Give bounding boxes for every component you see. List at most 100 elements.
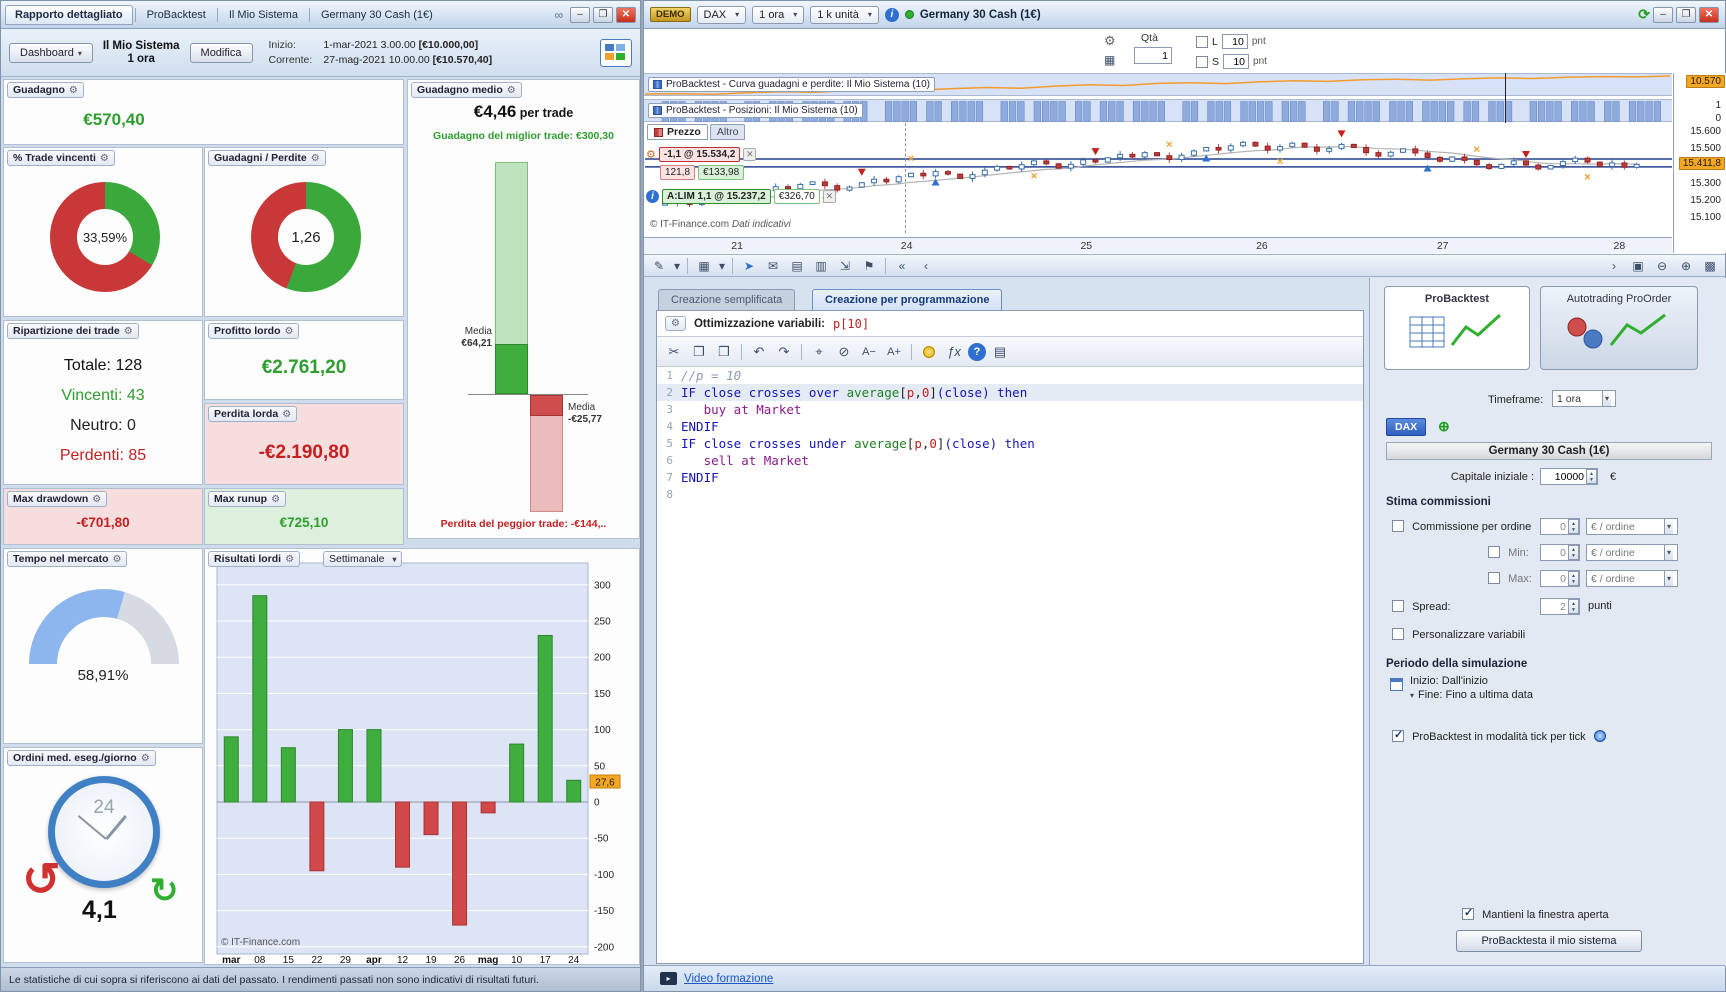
code-area[interactable]: 1//p = 10 2 IF close crosses over average[… (657, 367, 1363, 963)
commissione-unit-select[interactable]: € / ordine ▾ (1586, 518, 1678, 535)
commissione-checkbox[interactable] (1392, 520, 1404, 532)
symbol-chip[interactable]: DAX (1386, 418, 1427, 436)
widget-header-ordini-giorno[interactable]: Ordini med. eseg./giorno ⚙ (7, 750, 156, 766)
symbol-dropdown[interactable]: DAX ▾ (696, 5, 747, 24)
widget-header-tempo-mercato[interactable]: Tempo nel mercato ⚙ (7, 551, 128, 567)
zoom-out-button[interactable]: ⊖ (1651, 257, 1673, 275)
report-window-icon[interactable] (600, 38, 632, 67)
copy-button[interactable]: ❐ (688, 341, 710, 363)
tab-prezzo[interactable]: Prezzo (647, 124, 708, 140)
zoom-in-button[interactable]: ⊕ (1675, 257, 1697, 275)
mantieni-checkbox[interactable] (1462, 906, 1474, 920)
widget-header-trade-vincenti[interactable]: % Trade vincenti ⚙ (7, 150, 115, 166)
equity-curve-band[interactable]: ProBacktest - Curva guadagni e perdite: … (644, 73, 1672, 96)
limit-checkbox[interactable] (1196, 35, 1208, 48)
max-unit-select[interactable]: € / ordine ▾ (1586, 570, 1678, 587)
widget-header-guadagno[interactable]: Guadagno ⚙ (7, 82, 84, 98)
time-axis[interactable]: 21 24 25 26 27 28 (644, 237, 1672, 253)
widget-header-max-drawdown[interactable]: Max drawdown ⚙ (7, 491, 108, 507)
widget-header-max-runup[interactable]: Max runup ⚙ (208, 491, 287, 507)
hint-bulb-button[interactable] (918, 341, 940, 363)
code-line[interactable]: 7 ENDIF (657, 469, 1363, 486)
close-position-icon[interactable]: ✕ (743, 148, 757, 161)
code-line[interactable]: 6 sell at Market (657, 452, 1363, 469)
commissione-spinner[interactable]: ▲ ▼ (1568, 519, 1579, 534)
table-button[interactable]: ▤ (786, 257, 808, 275)
draw-tool-button[interactable]: ✎ (648, 257, 670, 275)
widget-header-perdita-lorda[interactable]: Perdita lorda ⚙ (208, 406, 298, 422)
paste-button[interactable]: ❒ (713, 341, 735, 363)
code-line[interactable]: 4 ENDIF (657, 418, 1363, 435)
widget-header-ripartizione[interactable]: Ripartizione dei trade ⚙ (7, 323, 139, 339)
cut-button[interactable]: ✂ (663, 341, 685, 363)
units-dropdown[interactable]: 1 k unità ▾ (810, 5, 879, 24)
positions-band[interactable]: ProBacktest - Posizioni: Il Mio Sistema … (644, 99, 1672, 122)
minimize-button[interactable]: – (570, 6, 590, 23)
titlebar-tab-probacktest[interactable]: ProBacktest (138, 6, 215, 24)
code-line[interactable]: 1//p = 10 (657, 367, 1363, 384)
max-spinner[interactable]: ▲ ▼ (1568, 571, 1579, 586)
undo-button[interactable]: ↶ (748, 341, 770, 363)
comment-toggle-button[interactable]: ⊘ (833, 341, 855, 363)
dashboard-dropdown[interactable]: Dashboard ▾ (9, 42, 93, 63)
tab-creazione-programmazione[interactable]: Creazione per programmazione (812, 289, 1003, 310)
probacktest-run-button[interactable]: ProBacktesta il mio sistema (1456, 930, 1642, 952)
price-band[interactable]: Prezzo Altro ✕ ✕ ✕ ✕ ✕ ✕ ✕ ⚙ -1,1 @ 15.534,2 ✕… (644, 123, 1672, 233)
flag-button[interactable]: ⚑ (858, 257, 880, 275)
max-checkbox[interactable] (1488, 572, 1500, 584)
tab-probacktest[interactable]: ProBacktest (1384, 286, 1530, 370)
font-increase-button[interactable]: A+ (883, 341, 905, 363)
chart-style-button[interactable]: ▦ (693, 257, 715, 275)
positions-label[interactable]: ProBacktest - Posizioni: Il Mio Sistema … (648, 103, 863, 118)
draw-tool-caret[interactable]: ▾ (672, 257, 682, 275)
zoom-fit-button[interactable]: ▣ (1627, 257, 1649, 275)
gear-icon[interactable]: ⚙ (646, 148, 656, 161)
code-line[interactable]: 5 IF close crosses under average[p,0](clo… (657, 435, 1363, 452)
min-checkbox[interactable] (1488, 546, 1500, 558)
spread-checkbox[interactable] (1392, 600, 1404, 612)
functions-button[interactable]: ƒx (943, 341, 965, 363)
price-scale[interactable]: 10.570 1 0 15.411,8 15.600 15.500 15.300 15… (1673, 73, 1726, 253)
minimize-button[interactable]: – (1653, 6, 1673, 23)
widget-header-profitto-lordo[interactable]: Profitto lordo ⚙ (208, 323, 300, 339)
titlebar-tab-rapporto-dettagliato[interactable]: Rapporto dettagliato (5, 4, 133, 25)
sync-icon[interactable]: ⟳ (1638, 6, 1650, 23)
stop-checkbox[interactable] (1196, 55, 1208, 68)
personalizzare-checkbox[interactable] (1392, 628, 1404, 640)
tab-creazione-semplificata[interactable]: Creazione semplificata (658, 289, 796, 310)
spread-spinner[interactable]: ▲ ▼ (1568, 599, 1579, 614)
tick-per-tick-checkbox[interactable] (1392, 728, 1404, 742)
comment-button[interactable]: ✉ (762, 257, 784, 275)
help-button[interactable]: ? (968, 342, 986, 361)
calendar-icon[interactable] (1390, 678, 1403, 691)
info-icon[interactable]: i (884, 7, 899, 22)
close-button[interactable]: ✕ (616, 6, 636, 23)
timeframe-dropdown[interactable]: 1 ora ▾ (752, 5, 805, 24)
add-symbol-button[interactable]: ⊕ (1438, 418, 1450, 435)
titlebar-tab-sistema[interactable]: Il Mio Sistema (220, 6, 307, 24)
chart-style-caret[interactable]: ▾ (717, 257, 727, 275)
export-button[interactable]: ⇲ (834, 257, 856, 275)
maximize-button[interactable]: ❐ (593, 6, 613, 23)
grid-button[interactable]: ▩ (1699, 257, 1721, 275)
qty-input[interactable] (1134, 47, 1172, 64)
inizio-row[interactable]: Inizio: Dall'inizio (1410, 675, 1488, 687)
code-line[interactable]: 2 IF close crosses over average[p,0](clos… (657, 384, 1363, 401)
tab-autotrading-proorder[interactable]: Autotrading ProOrder (1540, 286, 1698, 370)
titlebar-tab-instrument[interactable]: Germany 30 Cash (1€) (312, 6, 442, 24)
calculator-icon[interactable]: ▦ (1104, 53, 1115, 67)
modifica-button[interactable]: Modifica (189, 42, 253, 63)
close-button[interactable]: ✕ (1699, 6, 1719, 23)
redo-button[interactable]: ↷ (773, 341, 795, 363)
font-decrease-button[interactable]: A− (858, 341, 880, 363)
search-button[interactable]: ⌖ (808, 341, 830, 363)
maximize-button[interactable]: ❐ (1676, 6, 1696, 23)
scroll-far-left-button[interactable]: « (891, 257, 913, 275)
link-icon[interactable]: ∞ (554, 8, 563, 22)
capitale-spinner[interactable]: ▲ ▼ (1586, 469, 1597, 484)
min-unit-select[interactable]: € / ordine ▾ (1586, 544, 1678, 561)
stop-points-input[interactable] (1223, 54, 1250, 69)
limit-order-tag[interactable]: A:LIM 1,1 @ 15.237,2 (662, 189, 771, 204)
period-dropdown[interactable]: Settimanale ▾ (323, 551, 403, 567)
position-tag[interactable]: -1,1 @ 15.534,2 (658, 147, 741, 162)
